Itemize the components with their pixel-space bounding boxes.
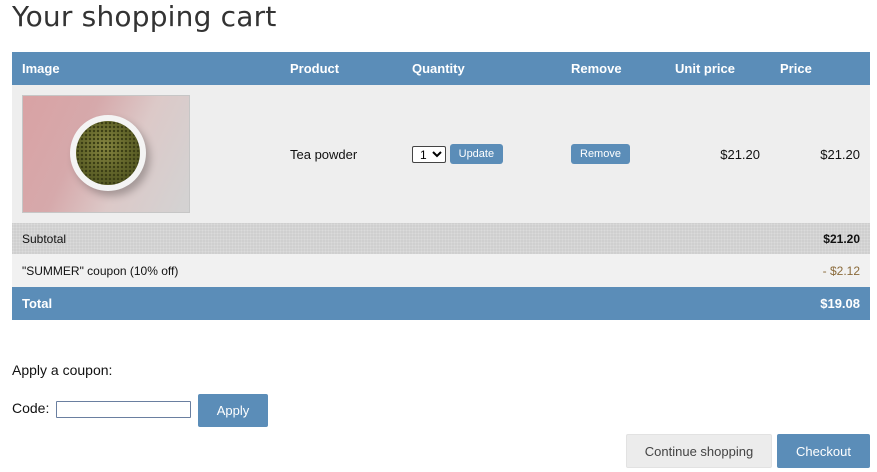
header-image: Image: [12, 52, 280, 85]
code-label: Code:: [12, 400, 50, 416]
cart-table: Image Product Quantity Remove Unit price…: [12, 52, 870, 320]
unit-price: $21.20: [665, 85, 770, 223]
total-row: Total $19.08: [12, 287, 870, 320]
tea-powder-icon: [76, 121, 140, 185]
coupon-code-input[interactable]: [56, 401, 191, 418]
quantity-select[interactable]: 1: [412, 145, 446, 163]
subtotal-row: Subtotal $21.20: [12, 223, 870, 254]
coupon-label: "SUMMER" coupon (10% off): [12, 254, 770, 287]
coupon-discount: - $2.12: [770, 254, 870, 287]
product-name: Tea powder: [280, 85, 402, 223]
remove-button[interactable]: Remove: [571, 144, 630, 164]
total-value: $19.08: [770, 287, 870, 320]
coupon-row: "SUMMER" coupon (10% off) - $2.12: [12, 254, 870, 287]
quantity-cell: 1 Update: [402, 85, 561, 223]
total-label: Total: [12, 287, 770, 320]
continue-shopping-button[interactable]: Continue shopping: [626, 434, 772, 468]
header-remove: Remove: [561, 52, 665, 85]
header-unit-price: Unit price: [665, 52, 770, 85]
product-image: [22, 95, 190, 213]
header-quantity: Quantity: [402, 52, 561, 85]
header-price: Price: [770, 52, 870, 85]
remove-cell: Remove: [561, 85, 665, 223]
update-button[interactable]: Update: [449, 144, 504, 164]
coupon-heading: Apply a coupon:: [12, 362, 113, 378]
page-title: Your shopping cart: [12, 0, 277, 33]
header-product: Product: [280, 52, 402, 85]
table-row: Tea powder 1 Update Remove $21.20 $21.20: [12, 85, 870, 223]
apply-coupon-button[interactable]: Apply: [198, 394, 268, 427]
checkout-button[interactable]: Checkout: [777, 434, 870, 468]
tea-bowl-icon: [70, 115, 146, 191]
subtotal-value: $21.20: [770, 223, 870, 254]
cart-header-row: Image Product Quantity Remove Unit price…: [12, 52, 870, 85]
item-price: $21.20: [770, 85, 870, 223]
product-image-cell: [12, 85, 280, 223]
subtotal-label: Subtotal: [12, 223, 770, 254]
